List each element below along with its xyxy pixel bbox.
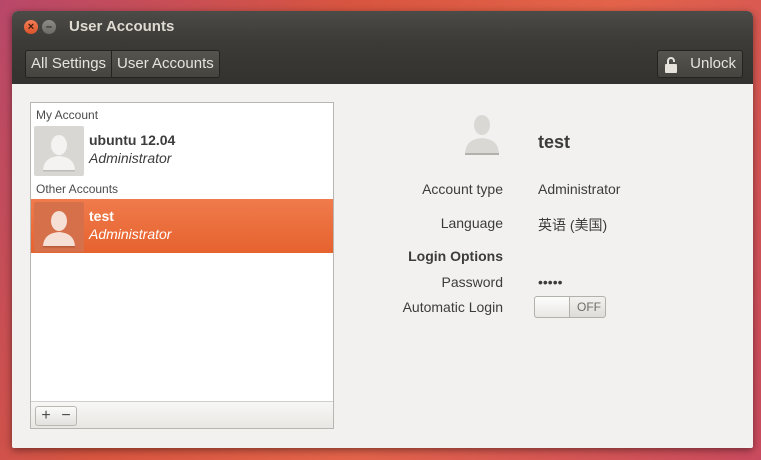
automatic-login-switch[interactable]: OFF [534,296,606,318]
language-label: Language [440,215,503,231]
account-name: ubuntu 12.04 [89,132,176,148]
unlock-button[interactable]: Unlock [657,50,743,78]
automatic-login-label: Automatic Login [402,299,503,315]
user-avatar-icon [34,202,84,252]
account-name: test [89,208,114,224]
title-bar: × – User Accounts [12,11,753,41]
my-account-heading: My Account [36,108,99,122]
close-window-button[interactable]: × [24,20,38,34]
account-row-ubuntu[interactable]: ubuntu 12.04 Administrator [31,123,333,177]
window-title: User Accounts [69,18,175,35]
account-role: Administrator [89,226,172,242]
user-accounts-window: × – User Accounts All Settings User Acco… [12,11,753,448]
account-type-value[interactable]: Administrator [538,181,620,197]
account-row-test[interactable]: test Administrator [31,199,333,253]
breadcrumb-all-settings[interactable]: All Settings [26,51,112,77]
user-avatar-icon [34,126,84,176]
password-value[interactable]: ••••• [538,274,563,290]
unlocked-padlock-icon [664,56,678,73]
selected-user-name[interactable]: test [538,132,570,153]
account-role: Administrator [89,150,172,166]
switch-knob[interactable] [535,297,570,317]
password-label: Password [441,274,503,290]
switch-state-label: OFF [577,300,601,314]
toolbar: All Settings User Accounts Unlock [12,41,753,84]
breadcrumb: All Settings User Accounts [25,50,220,78]
login-options-heading: Login Options [408,248,503,264]
other-accounts-heading: Other Accounts [36,182,119,196]
language-value[interactable]: 英语 (美国) [538,215,607,235]
breadcrumb-user-accounts[interactable]: User Accounts [111,51,219,77]
unlock-label: Unlock [690,55,736,72]
list-toolbar: + − [31,401,333,428]
selected-user-avatar-icon[interactable] [461,111,503,159]
add-account-button[interactable]: + [35,406,57,426]
accounts-list-panel: My Account ubuntu 12.04 Administrator Ot… [30,102,334,429]
minimize-window-button[interactable]: – [42,20,56,34]
account-type-label: Account type [422,181,503,197]
remove-account-button[interactable]: − [56,406,77,426]
